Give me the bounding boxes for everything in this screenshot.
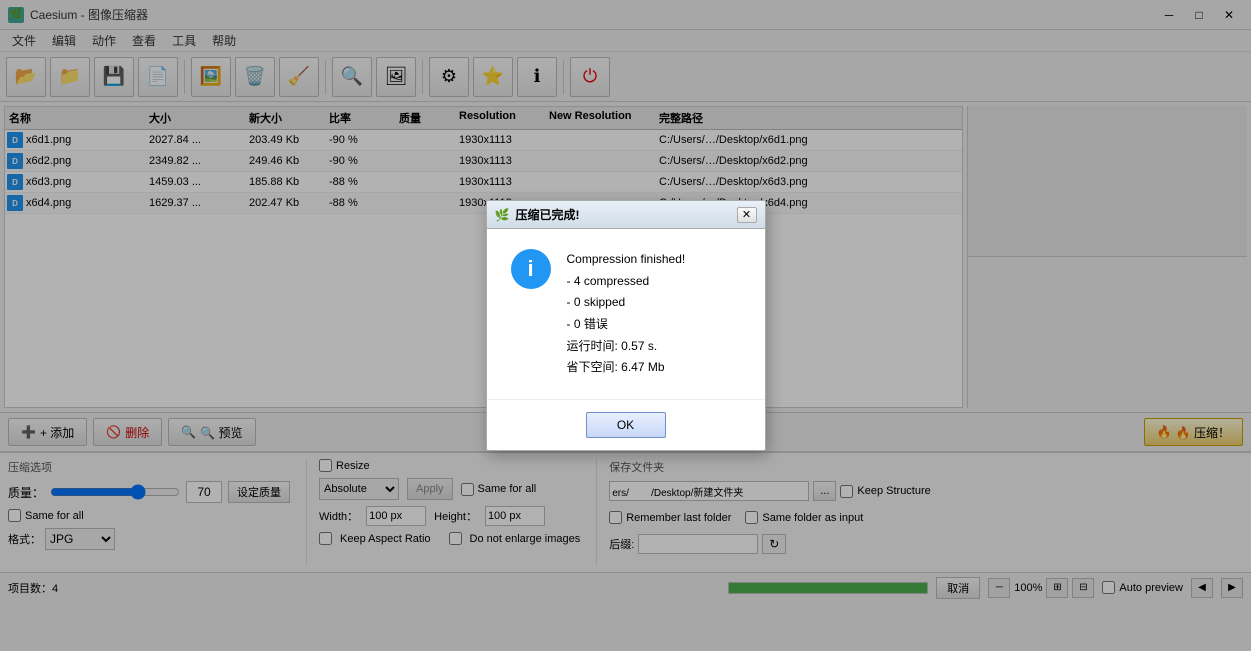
modal-line1: Compression finished! — [567, 249, 686, 271]
modal-text: Compression finished! - 4 compressed - 0… — [567, 249, 686, 379]
ok-button[interactable]: OK — [586, 412, 666, 438]
modal-close-button[interactable]: ✕ — [737, 207, 757, 223]
modal-body: i Compression finished! - 4 compressed -… — [487, 229, 765, 399]
modal-info-icon: i — [511, 249, 551, 289]
modal-line4: - 0 错误 — [567, 314, 686, 336]
modal-title: 压缩已完成! — [515, 206, 579, 223]
modal-line2: - 4 compressed — [567, 271, 686, 293]
modal-title-icon: 🌿 — [495, 208, 510, 222]
modal-footer: OK — [487, 399, 765, 450]
modal-title-bar: 🌿 压缩已完成! ✕ — [487, 201, 765, 229]
modal-line3: - 0 skipped — [567, 292, 686, 314]
modal-title-left: 🌿 压缩已完成! — [495, 206, 580, 223]
modal-line5: 运行时间: 0.57 s. — [567, 336, 686, 358]
modal-overlay: 🌿 压缩已完成! ✕ i Compression finished! - 4 c… — [0, 0, 1251, 651]
modal-line6: 省下空间: 6.47 Mb — [567, 357, 686, 379]
modal-dialog: 🌿 压缩已完成! ✕ i Compression finished! - 4 c… — [486, 200, 766, 451]
